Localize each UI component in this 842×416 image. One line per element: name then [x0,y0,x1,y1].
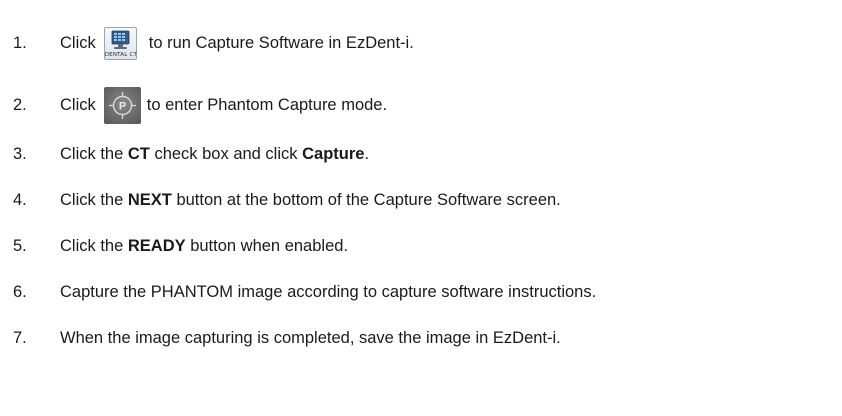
text-part: Click the [60,145,128,163]
ct-checkbox-label: CT [127,145,150,163]
step-number: 7. [13,329,27,347]
step-text-before: Click [60,96,96,114]
text-part: . [364,145,370,163]
instruction-list: 1. Click DENTAL CT to run Capture Softwa… [0,0,842,416]
step-number: 5. [13,237,27,255]
step-text-before: Click [60,34,96,52]
step-5: 5. Click the READY button when enabled. [13,231,348,261]
step-text: Click the CT check box and click Capture… [60,144,369,164]
text-part: button when enabled. [185,237,349,255]
text-part: check box and click [149,145,303,163]
step-text-after: to enter Phantom Capture mode. [146,96,388,114]
step-number: 2. [13,96,27,114]
step-number: 3. [13,145,27,163]
step-number: 4. [13,191,27,209]
ready-button-label: READY [127,237,186,255]
step-text: Click the READY button when enabled. [60,236,348,256]
phantom-icon-letter: P [119,100,126,112]
step-6: 6. Capture the PHANTOM image according t… [13,277,596,307]
step-text: Capture the PHANTOM image according to c… [60,283,597,301]
step-3: 3. Click the CT check box and click Capt… [13,139,369,169]
step-number: 6. [13,283,27,301]
step-2: 2. Click P to enter Phantom Capture mode… [13,86,388,124]
text-part: Click the [60,237,128,255]
text-part: Click the [60,191,128,209]
step-number: 1. [13,34,27,52]
step-text: Click the NEXT button at the bottom of t… [60,190,561,210]
step-7: 7. When the image capturing is completed… [13,323,561,353]
step-1: 1. Click DENTAL CT to run Capture Softwa… [13,26,414,60]
step-4: 4. Click the NEXT button at the bottom o… [13,185,561,215]
step-text-after: to run Capture Software in EzDent-i. [148,34,414,52]
capture-button-label: Capture [302,145,365,163]
phantom-capture-icon: P [103,86,141,124]
text-part: button at the bottom of the Capture Soft… [171,191,561,209]
step-text: When the image capturing is completed, s… [60,329,561,347]
dental-ct-icon-label: DENTAL CT [104,51,138,58]
next-button-label: NEXT [127,191,172,209]
dental-ct-icon: DENTAL CT [103,26,138,60]
